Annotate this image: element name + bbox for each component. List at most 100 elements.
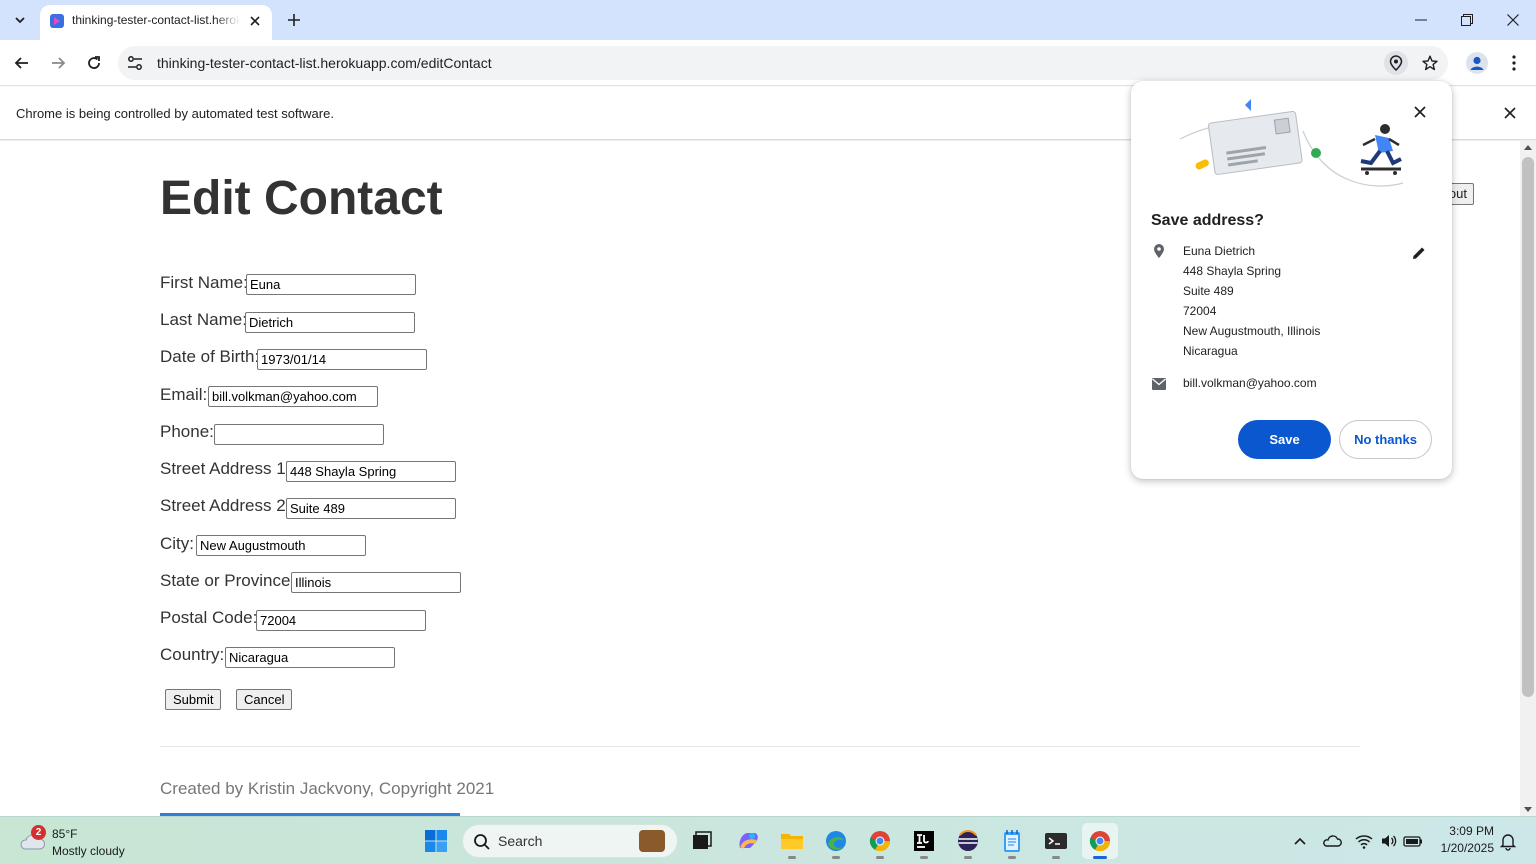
chrome-menu-button[interactable]	[1500, 49, 1528, 77]
address-line-1: 448 Shayla Spring	[1183, 264, 1282, 278]
new-tab-button[interactable]	[282, 8, 306, 32]
weather-widget[interactable]: 2 85°F Mostly cloudy	[14, 821, 154, 861]
tab-title: thinking-tester-contact-list.herokuapp.c…	[72, 13, 240, 27]
site-favicon-icon	[50, 14, 64, 28]
running-indicator	[1008, 856, 1016, 859]
reload-icon	[88, 56, 100, 69]
popup-close-icon[interactable]	[1409, 101, 1431, 123]
location-pin-icon[interactable]	[1384, 51, 1408, 75]
first-name-input[interactable]	[246, 274, 416, 295]
infobar-close-icon[interactable]	[1500, 103, 1520, 123]
state-input[interactable]	[291, 572, 461, 593]
page-title: Edit Contact	[160, 172, 443, 225]
forward-arrow-icon	[52, 57, 66, 69]
terminal-icon	[1045, 833, 1067, 849]
tab-strip: thinking-tester-contact-list.herokuapp.c…	[0, 0, 1536, 40]
street2-label: Street Address 2:	[160, 496, 291, 515]
page-scrollbar[interactable]	[1520, 141, 1536, 816]
tab-close-icon[interactable]	[246, 12, 264, 30]
chrome-button[interactable]	[862, 823, 898, 859]
forward-button[interactable]	[44, 49, 72, 77]
clock-date[interactable]: 1/20/2025	[1436, 841, 1494, 855]
save-address-popup: Save address? Euna Dietrich 448 Shayla S…	[1131, 81, 1452, 479]
copilot-button[interactable]	[730, 823, 766, 859]
address-illustration-icon	[1179, 99, 1404, 187]
address-bar[interactable]: thinking-tester-contact-list.herokuapp.c…	[118, 46, 1448, 80]
first-name-label: First Name:	[160, 273, 248, 292]
last-name-label: Last Name:	[160, 310, 247, 329]
location-pin-icon	[1154, 244, 1164, 258]
notepad-icon	[1004, 830, 1020, 852]
eclipse-icon	[958, 830, 978, 851]
street1-input[interactable]	[286, 461, 456, 482]
running-indicator	[1052, 856, 1060, 859]
scroll-down-arrow-icon[interactable]	[1524, 807, 1532, 812]
submit-button[interactable]: Submit	[165, 689, 222, 710]
notification-bell-icon[interactable]	[1498, 831, 1518, 851]
clock-time[interactable]: 3:09 PM	[1440, 824, 1494, 838]
start-button[interactable]	[420, 825, 452, 857]
running-indicator	[964, 856, 972, 859]
email-input[interactable]	[208, 386, 378, 407]
copilot-icon	[739, 833, 758, 849]
scroll-thumb[interactable]	[1522, 157, 1534, 697]
task-view-button[interactable]	[684, 823, 720, 859]
state-label: State or Province:	[160, 571, 296, 590]
bookmark-star-icon[interactable]	[1418, 51, 1442, 75]
restore-button[interactable]	[1444, 0, 1490, 40]
search-icon	[474, 834, 490, 850]
taskbar-search-box[interactable]: Search	[462, 824, 678, 858]
profile-avatar-icon	[1466, 52, 1488, 74]
file-explorer-button[interactable]	[774, 823, 810, 859]
taskbar-search-label: Search	[498, 833, 543, 849]
running-indicator	[1093, 856, 1107, 859]
battery-icon[interactable]	[1403, 831, 1423, 851]
onedrive-icon[interactable]	[1322, 831, 1342, 851]
city-label: City:	[160, 534, 194, 553]
scroll-up-arrow-icon[interactable]	[1524, 145, 1532, 150]
back-arrow-icon	[14, 57, 28, 69]
show-hidden-icons-chevron-up-icon[interactable]	[1290, 831, 1310, 851]
site-settings-icon[interactable]	[126, 54, 144, 72]
address-country: Nicaragua	[1183, 344, 1238, 358]
reload-button[interactable]	[80, 49, 108, 77]
address-city-state: New Augustmouth, Illinois	[1183, 324, 1321, 338]
dob-input[interactable]	[257, 349, 427, 370]
volume-icon[interactable]	[1379, 831, 1399, 851]
city-input[interactable]	[196, 535, 366, 556]
no-thanks-button[interactable]: No thanks	[1339, 420, 1432, 459]
chevron-down-icon	[15, 17, 25, 24]
intellij-button[interactable]	[906, 823, 942, 859]
back-button[interactable]	[8, 49, 36, 77]
wifi-icon[interactable]	[1354, 831, 1374, 851]
tab-search-button[interactable]	[6, 6, 34, 34]
footer-divider	[160, 746, 1360, 747]
email-label: Email:	[160, 385, 208, 404]
notepad-button[interactable]	[994, 823, 1030, 859]
country-input[interactable]	[225, 647, 395, 668]
running-indicator	[920, 856, 928, 859]
address-line-2: Suite 489	[1183, 284, 1234, 298]
terminal-button[interactable]	[1038, 823, 1074, 859]
weather-alert-badge: 2	[31, 825, 46, 840]
edge-button[interactable]	[818, 823, 854, 859]
url-text: thinking-tester-contact-list.herokuapp.c…	[157, 55, 492, 71]
last-name-input[interactable]	[245, 312, 415, 333]
save-address-button[interactable]: Save	[1238, 420, 1331, 459]
phone-label: Phone:	[160, 422, 214, 441]
cancel-button[interactable]: Cancel	[236, 689, 293, 710]
window-close-button[interactable]	[1490, 0, 1536, 40]
street1-label: Street Address 1:	[160, 459, 291, 478]
chrome-active-button[interactable]	[1082, 823, 1118, 859]
chrome-icon	[869, 831, 891, 852]
restore-icon	[1461, 14, 1473, 26]
minimize-button[interactable]	[1398, 0, 1444, 40]
minimize-icon	[1415, 19, 1427, 21]
phone-input[interactable]	[214, 424, 384, 445]
edit-pencil-icon[interactable]	[1409, 243, 1429, 263]
active-tab[interactable]: thinking-tester-contact-list.herokuapp.c…	[40, 5, 272, 40]
street2-input[interactable]	[286, 498, 456, 519]
postal-code-input[interactable]	[256, 610, 426, 631]
profile-button[interactable]	[1463, 49, 1491, 77]
eclipse-button[interactable]	[950, 823, 986, 859]
